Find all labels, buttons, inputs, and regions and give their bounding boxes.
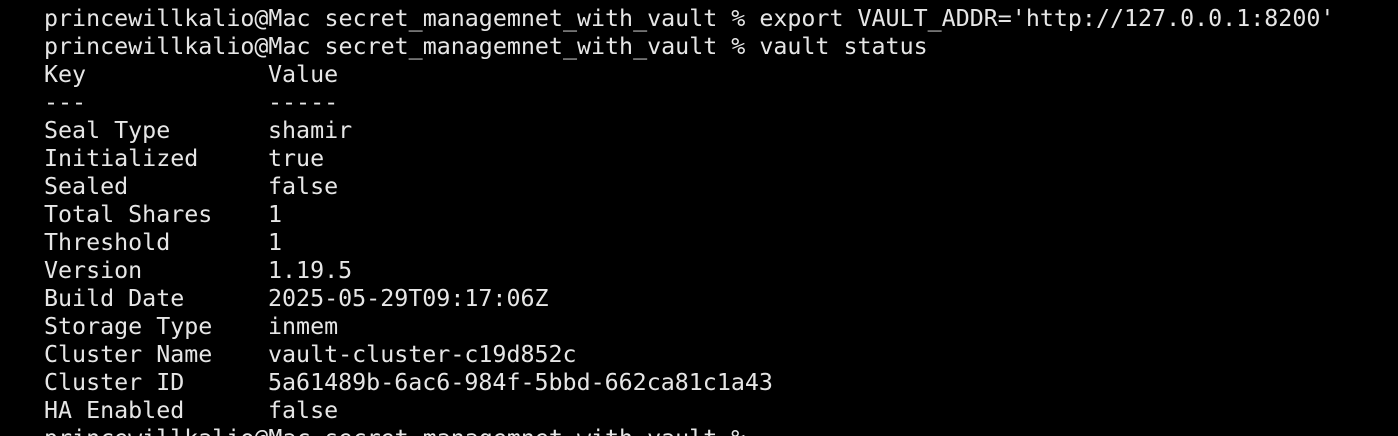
status-key: Version [44,257,143,284]
status-value: inmem [268,313,339,340]
status-value: false [268,173,339,200]
shell-prompt: princewillkalio@Mac secret_managemnet_wi… [44,5,746,32]
status-row: Version 1.19.5 [44,257,1344,285]
status-row: Storage Type inmem [44,313,1344,341]
status-key: Initialized [44,145,199,172]
status-key: Build Date [44,285,185,312]
status-value: 1 [268,229,283,256]
status-row: Cluster Name vault-cluster-c19d852c [44,341,1344,369]
value-separator: ----- [268,89,339,116]
status-row: Cluster ID 5a61489b-6ac6-984f-5bbd-662ca… [44,369,1344,397]
status-value: true [268,145,325,172]
key-column-header: Key [44,61,87,88]
command-line: princewillkalio@Mac secret_managemnet_wi… [44,5,1334,33]
status-key: Storage Type [44,313,213,340]
status-value: 2025-05-29T09:17:06Z [268,285,549,312]
status-key: Cluster Name [44,341,213,368]
command-text: export VAULT_ADDR='http://127.0.0.1:8200… [759,5,1335,32]
key-separator: --- [44,89,87,116]
command-text: vault status [759,33,928,60]
status-key: Sealed [44,173,129,200]
status-value: false [268,397,339,424]
status-value: vault-cluster-c19d852c [268,341,577,368]
status-key: Seal Type [44,117,171,144]
status-row: Total Shares 1 [44,201,1344,229]
status-row: Initialized true [44,145,1344,173]
status-row: Seal Type shamir [44,117,1344,145]
status-key: Cluster ID [44,369,185,396]
value-column-header: Value [268,61,339,88]
command-line[interactable]: princewillkalio@Mac secret_managemnet_wi… [44,425,745,436]
status-key: Threshold [44,229,171,256]
status-row: Build Date 2025-05-29T09:17:06Z [44,285,1344,313]
terminal-window[interactable]: princewillkalio@Mac secret_managemnet_wi… [0,0,1398,436]
status-value: shamir [268,117,353,144]
status-table-separator: --- ----- [44,89,1344,117]
shell-prompt: princewillkalio@Mac secret_managemnet_wi… [44,33,746,60]
status-row: Sealed false [44,173,1344,201]
shell-prompt: princewillkalio@Mac secret_managemnet_wi… [44,425,745,436]
status-value: 5a61489b-6ac6-984f-5bbd-662ca81c1a43 [268,369,773,396]
status-key: HA Enabled [44,397,185,424]
status-row: HA Enabled false [44,397,1344,425]
status-table-header: Key Value [44,61,1344,89]
command-line: princewillkalio@Mac secret_managemnet_wi… [44,33,928,61]
status-key: Total Shares [44,201,213,228]
status-value: 1.19.5 [268,257,353,284]
status-value: 1 [268,201,283,228]
status-row: Threshold 1 [44,229,1344,257]
